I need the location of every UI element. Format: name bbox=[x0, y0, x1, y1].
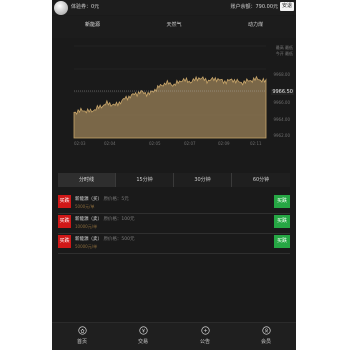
product-name-text: 新能源（卖） bbox=[75, 217, 102, 222]
product-price: 50000元/单 bbox=[75, 244, 98, 249]
buy-button[interactable]: 买跌 bbox=[58, 195, 71, 208]
balance-text: 账户余额：790.00元 bbox=[230, 4, 279, 10]
nav-home-label: 首页 bbox=[76, 339, 87, 345]
price-area bbox=[73, 75, 267, 139]
trade-row: 买跌 新能源（卖） 原价格：500元 50000元/单 买跌 bbox=[58, 233, 290, 254]
home-icon bbox=[77, 326, 87, 335]
chart-legend-open-low: 今开 最低 bbox=[275, 51, 293, 56]
top-bar: 体验券：0元 账户余额：790.00元 安退 bbox=[52, 0, 296, 15]
nav-trade[interactable]: 交易 bbox=[123, 326, 163, 345]
product-name: 新能源（卖） 原价格：100元 bbox=[75, 216, 135, 222]
trade-row: 买跌 新能源（买） 原价格：5元 5000元/单 买跌 bbox=[58, 193, 290, 214]
trade-row: 买跌 新能源（卖） 原价格：100元 10000元/单 买跌 bbox=[58, 213, 290, 234]
app-frame: 体验券：0元 账户余额：790.00元 安退 新能源 天然气 动力煤 最高 最低… bbox=[52, 0, 296, 350]
current-price-label: 9966.50 bbox=[271, 89, 294, 95]
tab-30min[interactable]: 30分钟 bbox=[174, 173, 232, 187]
product-deposit: 原价格：100元 bbox=[103, 217, 135, 222]
nav-trade-label: 交易 bbox=[137, 339, 148, 345]
logout-button[interactable]: 安退 bbox=[280, 2, 294, 11]
tab-15min[interactable]: 15分钟 bbox=[116, 173, 174, 187]
x-tick: 02:09 bbox=[218, 141, 230, 146]
product-deposit: 原价格：500元 bbox=[103, 237, 135, 242]
nav-member-label: 会员 bbox=[260, 339, 271, 345]
product-deposit: 原价格：5元 bbox=[103, 197, 129, 202]
tab-60min[interactable]: 60分钟 bbox=[232, 173, 290, 187]
y-tick: 9962.00 bbox=[273, 133, 290, 138]
nav-home[interactable]: 首页 bbox=[62, 326, 102, 345]
sell-button[interactable]: 买跌 bbox=[274, 195, 290, 208]
product-tabs: 新能源 天然气 动力煤 bbox=[52, 16, 296, 39]
buy-button[interactable]: 买跌 bbox=[58, 215, 71, 228]
product-price: 5000元/单 bbox=[75, 204, 95, 209]
sell-button[interactable]: 买跌 bbox=[274, 215, 290, 228]
product-name-text: 新能源（卖） bbox=[75, 237, 102, 242]
sell-button[interactable]: 买跌 bbox=[274, 235, 290, 248]
avatar[interactable] bbox=[54, 1, 68, 15]
product-name-text: 新能源（买） bbox=[75, 197, 102, 202]
tab-time-share[interactable]: 分时线 bbox=[58, 173, 116, 187]
product-name: 新能源（买） 原价格：5元 bbox=[75, 196, 129, 202]
y-tick: 9964.00 bbox=[273, 117, 290, 122]
tab-natural-gas[interactable]: 天然气 bbox=[133, 16, 215, 38]
period-tabs: 分时线 15分钟 30分钟 60分钟 bbox=[58, 173, 290, 187]
tab-new-energy[interactable]: 新能源 bbox=[52, 16, 133, 39]
username-text: 体验券：0元 bbox=[71, 4, 100, 10]
x-tick: 02:05 bbox=[149, 141, 161, 146]
chart-svg bbox=[73, 45, 267, 139]
nav-notice-label: 公告 bbox=[199, 339, 210, 345]
price-chart bbox=[52, 38, 296, 150]
buy-button[interactable]: 买跌 bbox=[58, 235, 71, 248]
x-tick: 02:11 bbox=[250, 141, 262, 146]
notice-icon bbox=[200, 326, 210, 335]
y-tick: 9968.00 bbox=[273, 72, 290, 77]
tab-thermal-coal[interactable]: 动力煤 bbox=[215, 16, 296, 38]
trade-icon bbox=[138, 326, 148, 335]
y-tick: 9966.00 bbox=[273, 100, 290, 105]
nav-notice[interactable]: 公告 bbox=[185, 326, 225, 345]
member-icon bbox=[261, 326, 271, 335]
x-tick: 02:04 bbox=[104, 141, 116, 146]
product-name: 新能源（卖） 原价格：500元 bbox=[75, 236, 135, 242]
product-price: 10000元/单 bbox=[75, 224, 98, 229]
x-tick: 02:07 bbox=[184, 141, 196, 146]
x-tick: 02:03 bbox=[74, 141, 86, 146]
bottom-nav: 首页 交易 公告 会员 bbox=[52, 322, 296, 350]
nav-member[interactable]: 会员 bbox=[246, 326, 286, 345]
